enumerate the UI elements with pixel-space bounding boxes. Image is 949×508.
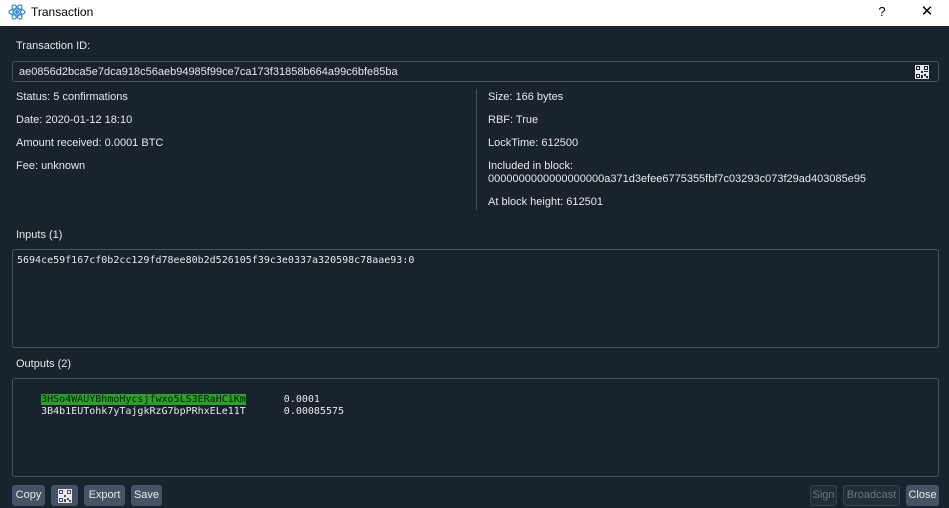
qr-code-icon <box>57 488 72 503</box>
show-qr-button[interactable] <box>51 485 78 506</box>
txid-field[interactable]: ae0856d2bca5e7dca918c56aeb94985f99ce7ca1… <box>12 61 939 82</box>
output-amount: 0.00085575 <box>283 406 345 417</box>
help-button[interactable]: ? <box>868 2 896 22</box>
block-label: Included in block: <box>488 160 573 172</box>
input-item[interactable]: 5694ce59f167cf0b2cc129fd78ee80b2d526105f… <box>17 255 414 266</box>
window-close-button[interactable]: ✕ <box>912 2 942 22</box>
window-title: Transaction <box>31 5 94 19</box>
fee-text: Fee: unknown <box>16 160 86 172</box>
inputs-list[interactable]: 5694ce59f167cf0b2cc129fd78ee80b2d526105f… <box>12 249 939 348</box>
block-height-text: At block height: 612501 <box>488 196 603 208</box>
close-button[interactable]: Close <box>906 485 939 506</box>
locktime-text: LockTime: 612500 <box>488 137 579 149</box>
info-divider <box>476 89 477 210</box>
save-button[interactable]: Save <box>131 485 162 506</box>
txid-value[interactable]: ae0856d2bca5e7dca918c56aeb94985f99ce7ca1… <box>19 66 398 78</box>
outputs-list[interactable]: 3HSo4WAUYBhmoHycsjfwxo5LS3ERaHCiKm 0.0001… <box>12 378 939 477</box>
sign-button[interactable]: Sign <box>810 485 837 506</box>
copy-button[interactable]: Copy <box>12 485 45 506</box>
broadcast-button[interactable]: Broadcast <box>843 485 900 506</box>
qr-code-icon[interactable] <box>915 65 929 79</box>
status-text: Status: 5 confirmations <box>16 91 128 103</box>
amount-text: Amount received: 0.0001 BTC <box>16 137 164 149</box>
txid-label: Transaction ID: <box>16 40 91 52</box>
date-text: Date: 2020-01-12 18:10 <box>16 114 133 126</box>
output-item[interactable]: 3B4b1EUTohk7yTajgkRzG7bpPRhxELe11T 0.0008… <box>17 395 344 428</box>
block-hash[interactable]: 0000000000000000000a371d3efee6775355fbf7… <box>488 173 866 185</box>
rbf-text: RBF: True <box>488 114 539 126</box>
size-text: Size: 166 bytes <box>488 91 564 103</box>
export-button[interactable]: Export <box>84 485 125 506</box>
output-address[interactable]: 3B4b1EUTohk7yTajgkRzG7bpPRhxELe11T <box>41 406 246 417</box>
window-titlebar: Transaction ? ✕ <box>0 0 949 26</box>
inputs-label: Inputs (1) <box>16 229 63 241</box>
electrum-app-icon <box>8 4 26 20</box>
outputs-label: Outputs (2) <box>16 358 72 370</box>
